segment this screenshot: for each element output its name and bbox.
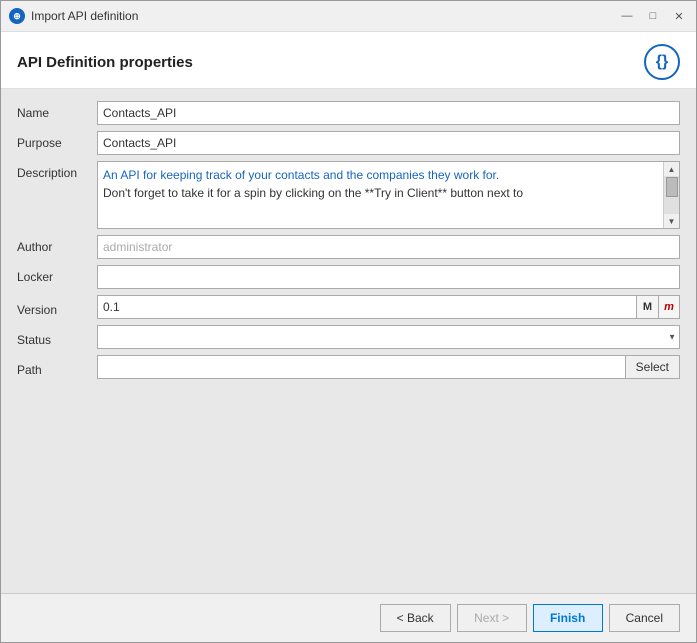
page-header: API Definition properties {} bbox=[1, 32, 696, 89]
close-button[interactable]: ✕ bbox=[670, 7, 688, 25]
description-line1: An API for keeping track of your contact… bbox=[103, 168, 499, 182]
form-spacer bbox=[17, 385, 680, 581]
status-row: Status ▼ bbox=[17, 325, 680, 349]
minimize-button[interactable]: — bbox=[618, 7, 636, 25]
form-area: Name Purpose Description An API for keep… bbox=[1, 89, 696, 593]
version-input[interactable] bbox=[97, 295, 636, 319]
scrollbar-thumb[interactable] bbox=[666, 177, 678, 197]
description-row: Description An API for keeping track of … bbox=[17, 161, 680, 229]
cancel-button[interactable]: Cancel bbox=[609, 604, 680, 632]
name-row: Name bbox=[17, 101, 680, 125]
description-label: Description bbox=[17, 161, 97, 180]
description-scrollbar[interactable]: ▲ ▼ bbox=[663, 162, 679, 228]
path-row: Path Select bbox=[17, 355, 680, 379]
version-major-button[interactable]: M bbox=[636, 295, 658, 319]
version-label: Version bbox=[17, 298, 97, 317]
purpose-input[interactable] bbox=[97, 131, 680, 155]
version-minor-button[interactable]: m bbox=[658, 295, 680, 319]
finish-button[interactable]: Finish bbox=[533, 604, 603, 632]
back-button[interactable]: < Back bbox=[380, 604, 451, 632]
next-button[interactable]: Next > bbox=[457, 604, 527, 632]
scrollbar-track bbox=[664, 176, 679, 214]
path-select-button[interactable]: Select bbox=[625, 355, 680, 379]
status-wrapper: ▼ bbox=[97, 325, 680, 349]
name-input[interactable] bbox=[97, 101, 680, 125]
name-label: Name bbox=[17, 101, 97, 120]
locker-input[interactable] bbox=[97, 265, 680, 289]
page-title: API Definition properties bbox=[17, 54, 644, 71]
purpose-row: Purpose bbox=[17, 131, 680, 155]
api-icon: {} bbox=[644, 44, 680, 80]
scroll-down-arrow[interactable]: ▼ bbox=[665, 214, 679, 228]
path-label: Path bbox=[17, 358, 97, 377]
scroll-up-arrow[interactable]: ▲ bbox=[665, 162, 679, 176]
locker-label: Locker bbox=[17, 265, 97, 284]
description-field[interactable]: An API for keeping track of your contact… bbox=[97, 161, 680, 229]
author-label: Author bbox=[17, 235, 97, 254]
version-row: Version M m bbox=[17, 295, 680, 319]
title-bar-text: Import API definition bbox=[31, 9, 618, 23]
description-text: An API for keeping track of your contact… bbox=[98, 162, 679, 228]
locker-row: Locker bbox=[17, 265, 680, 289]
status-select[interactable] bbox=[97, 325, 680, 349]
api-icon-symbol: {} bbox=[656, 53, 668, 71]
title-bar: ⊕ Import API definition — □ ✕ bbox=[1, 1, 696, 32]
path-input[interactable] bbox=[97, 355, 625, 379]
maximize-button[interactable]: □ bbox=[644, 7, 662, 25]
dialog-content: API Definition properties {} Name Purpos… bbox=[1, 32, 696, 593]
purpose-label: Purpose bbox=[17, 131, 97, 150]
description-line2: Don't forget to take it for a spin by cl… bbox=[103, 186, 523, 200]
app-icon: ⊕ bbox=[9, 8, 25, 24]
app-icon-symbol: ⊕ bbox=[13, 11, 21, 22]
author-row: Author bbox=[17, 235, 680, 259]
status-label: Status bbox=[17, 328, 97, 347]
author-input[interactable] bbox=[97, 235, 680, 259]
title-bar-controls: — □ ✕ bbox=[618, 7, 688, 25]
footer: < Back Next > Finish Cancel bbox=[1, 593, 696, 642]
